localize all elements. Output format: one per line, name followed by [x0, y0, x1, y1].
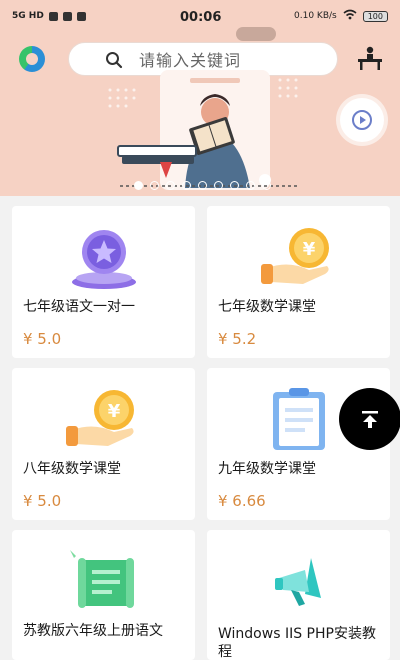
- course-card[interactable]: ¥ 八年级数学课堂 ¥ 5.0: [12, 368, 195, 520]
- carousel-indicator[interactable]: [134, 181, 271, 190]
- play-icon: [352, 110, 372, 130]
- wifi-icon: [343, 9, 357, 23]
- carousel-dot[interactable]: [214, 181, 223, 190]
- arrow-up-to-top-icon: [362, 411, 378, 428]
- notification-icon: [48, 11, 58, 21]
- notification-icon: [76, 11, 86, 21]
- status-right: 0.10 KB/s 100: [294, 9, 388, 23]
- banner-illustration: [108, 70, 300, 190]
- banner[interactable]: 5G HD 0.10 KB/s 100 00:06 请输入关键词: [0, 0, 400, 196]
- carousel-dot[interactable]: [262, 181, 271, 190]
- medal-star-icon: [71, 230, 136, 289]
- course-title: 八年级数学课堂: [23, 461, 121, 477]
- network-label: 5G HD: [12, 11, 44, 21]
- course-price: ¥ 5.0: [23, 492, 62, 510]
- course-title: 九年级数学课堂: [218, 461, 316, 477]
- back-to-top-button[interactable]: [339, 388, 400, 450]
- course-title: Windows IIS PHP安装教程: [218, 626, 376, 660]
- course-title: 七年级语文一对一: [23, 299, 135, 315]
- battery-icon: 100: [362, 10, 388, 22]
- status-indicators: 5G HD: [12, 11, 86, 21]
- course-title: 苏教版六年级上册语文: [23, 623, 163, 639]
- course-card[interactable]: 七年级语文一对一 ¥ 5.0: [12, 206, 195, 358]
- svg-text:¥: ¥: [302, 239, 315, 260]
- course-card[interactable]: Windows IIS PHP安装教程: [207, 530, 390, 660]
- course-card[interactable]: 苏教版六年级上册语文: [12, 530, 195, 660]
- carousel-dot[interactable]: [150, 181, 159, 190]
- app-logo-icon[interactable]: [19, 46, 45, 72]
- svg-text:¥: ¥: [107, 401, 120, 422]
- course-price: ¥ 5.0: [23, 330, 62, 348]
- notification-icon: [62, 11, 72, 21]
- megaphone-icon: [274, 558, 321, 606]
- carousel-dot[interactable]: [134, 181, 143, 190]
- course-price: ¥ 6.66: [218, 492, 266, 510]
- search-icon: [106, 52, 123, 69]
- network-speed: 0.10 KB/s: [294, 11, 337, 21]
- carousel-dot[interactable]: [230, 181, 239, 190]
- status-pill: [236, 27, 276, 41]
- carousel-dot[interactable]: [246, 181, 255, 190]
- course-card[interactable]: ¥ 七年级数学课堂 ¥ 5.2: [207, 206, 390, 358]
- course-price: ¥ 5.2: [218, 330, 257, 348]
- carousel-dot[interactable]: [166, 181, 175, 190]
- clipboard-icon: [272, 388, 325, 450]
- search-placeholder: 请输入关键词: [139, 51, 242, 70]
- carousel-dot[interactable]: [198, 181, 207, 190]
- status-time: 00:06: [180, 10, 222, 25]
- classroom-desk-icon[interactable]: [356, 45, 384, 71]
- carousel-dot[interactable]: [182, 181, 191, 190]
- coin-hand-icon: ¥: [65, 390, 134, 446]
- scroll-icon: [69, 550, 134, 608]
- course-title: 七年级数学课堂: [218, 299, 316, 315]
- coin-hand-icon: ¥: [260, 228, 329, 284]
- play-video-button[interactable]: [340, 98, 384, 142]
